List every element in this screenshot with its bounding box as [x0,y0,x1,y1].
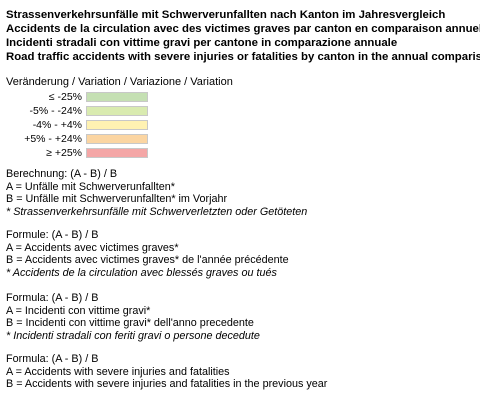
legend: ≤ -25% -5% - -24% -4% - +4% +5% - +24% ≥… [0,90,200,160]
legend-title: Veränderung / Variation / Variazione / V… [6,76,233,88]
definition-block-en: Formula: (A - B) / B A = Accidents with … [6,353,327,391]
legend-swatch [86,106,148,116]
footnote: * Incidenti stradali con feriti gravi o … [6,329,260,342]
title-en: Road traffic accidents with severe injur… [6,51,480,63]
legend-label: ≤ -25% [48,91,82,103]
definition-b: B = Accidents avec victimes graves* de l… [6,254,289,266]
formula-text: Formula: (A - B) / B [6,292,99,304]
legend-swatch [86,120,148,130]
legend-row: -4% - +4% [0,118,200,132]
legend-row: +5% - +24% [0,132,200,146]
definition-a: A = Unfälle mit Schwerverunfallten* [6,180,175,193]
formula-text: Formule: (A - B) / B [6,229,99,241]
title-de: Strassenverkehrsunfälle mit Schwerverunf… [6,9,446,21]
definition-a: A = Incidenti con vittime gravi* [6,304,151,317]
definition-b: B = Unfälle mit Schwerverunfallten* im V… [6,193,228,205]
title-it: Incidenti stradali con vittime gravi per… [6,37,398,49]
legend-row: ≥ +25% [0,146,200,160]
formula-text: Formula: (A - B) / B [6,353,99,365]
definition-b: B = Incidenti con vittime gravi* dell'an… [6,317,254,329]
legend-swatch [86,148,148,158]
definition-a: A = Accidents avec victimes graves* [6,241,179,254]
title-fr: Accidents de la circulation avec des vic… [6,23,480,35]
legend-label: +5% - +24% [24,133,82,145]
footnote: * Strassenverkehrsunfälle mit Schwerverl… [6,205,308,218]
legend-label: -4% - +4% [32,119,82,131]
definition-b: B = Accidents with severe injuries and f… [6,378,328,390]
legend-row: -5% - -24% [0,104,200,118]
title-block: Strassenverkehrsunfälle mit Schwerverunf… [6,8,480,64]
legend-label: ≥ +25% [46,147,82,159]
legend-swatch [86,92,148,102]
definition-block-it: Formula: (A - B) / B A = Incidenti con v… [6,292,260,342]
legend-label: -5% - -24% [29,105,82,117]
legend-swatch [86,134,148,144]
legend-row: ≤ -25% [0,90,200,104]
definition-a: A = Accidents with severe injuries and f… [6,365,230,378]
formula-text: Berechnung: (A - B) / B [6,168,118,180]
footnote: * Accidents de la circulation avec bless… [6,266,277,279]
definition-block-de: Berechnung: (A - B) / B A = Unfälle mit … [6,168,307,218]
definition-block-fr: Formule: (A - B) / B A = Accidents avec … [6,229,289,279]
